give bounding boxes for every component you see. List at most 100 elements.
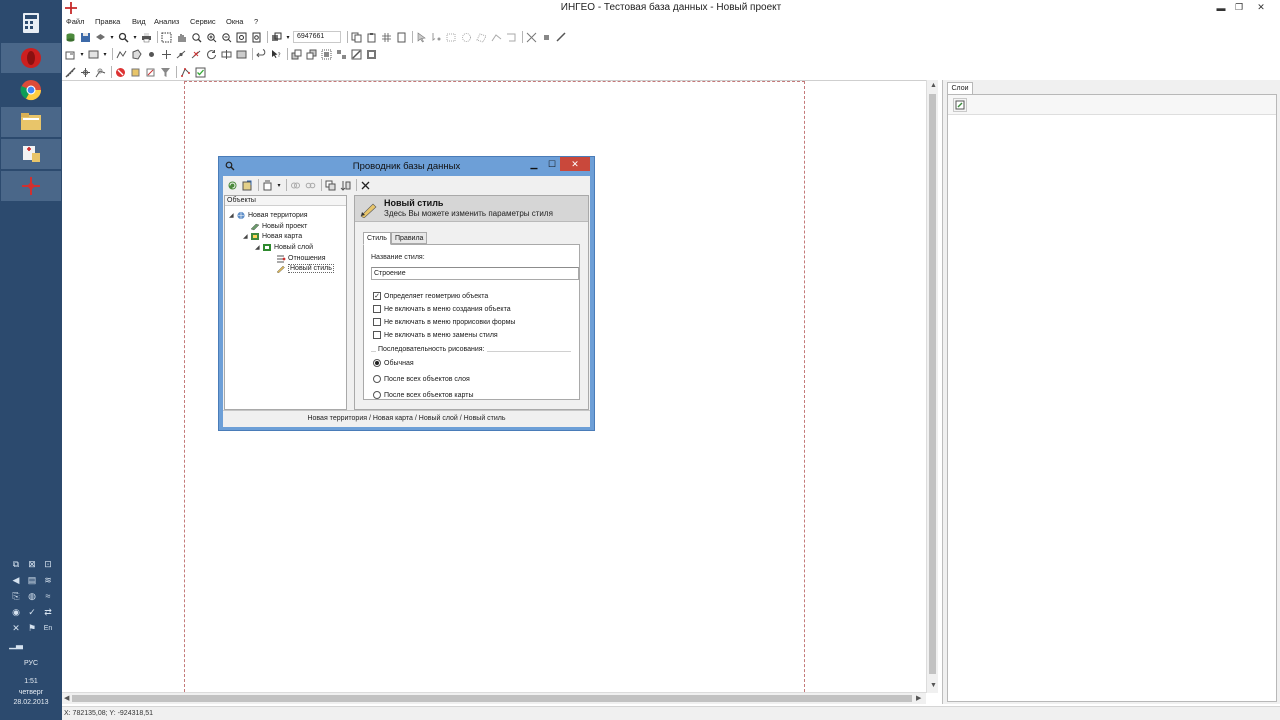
properties-button[interactable] [365, 48, 378, 61]
layer-props-button[interactable] [129, 66, 142, 79]
map-horizontal-scrollbar[interactable]: ◀ ▶ [62, 692, 926, 704]
checkbox-exclude-create-menu[interactable]: Не включать в меню создания объекта [373, 305, 511, 313]
split-button[interactable] [220, 48, 233, 61]
style-name-input[interactable]: Строение [371, 267, 579, 280]
taskbar-app-tool[interactable] [1, 139, 61, 169]
close-button[interactable]: ✕ [1252, 1, 1270, 14]
coords-button[interactable] [79, 66, 92, 79]
taskbar-app-chrome[interactable] [1, 75, 61, 105]
circle-select-tool[interactable] [460, 31, 473, 44]
dropdown-arrow-2[interactable]: ▾ [132, 31, 138, 44]
map-horizontal-scroll-thumb[interactable] [72, 695, 912, 702]
menu-view[interactable]: Вид [132, 17, 146, 26]
transform-button[interactable] [350, 48, 363, 61]
collapse-icon[interactable]: ◢ [255, 244, 262, 251]
radio-draw-after-layer[interactable]: После всех объектов слоя [373, 375, 470, 383]
dialog-title-bar[interactable]: Проводник базы данных ▁ ☐ ✕ [219, 157, 594, 175]
menu-service[interactable]: Сервис [190, 17, 216, 26]
tray-sync-icon[interactable]: ⇄ [40, 604, 56, 620]
tray-usb-icon[interactable]: ⎘ [8, 588, 24, 604]
tree-item-project[interactable]: Новый проект [243, 221, 307, 231]
snap-button[interactable] [525, 31, 538, 44]
zoom-out-tool[interactable] [220, 31, 233, 44]
tree-item-map[interactable]: ◢ Новая карта [243, 231, 302, 241]
snap-node-button[interactable] [540, 31, 553, 44]
tray-check-icon[interactable]: ✓ [24, 604, 40, 620]
stop-button[interactable] [114, 66, 127, 79]
radio-draw-after-map[interactable]: После всех объектов карты [373, 391, 474, 399]
map-vertical-scrollbar[interactable]: ▲ ▼ [926, 80, 938, 693]
snap-edge-button[interactable] [555, 31, 568, 44]
dlg-new-button[interactable] [261, 179, 274, 192]
checkbox-exclude-draw-menu[interactable]: Не включать в меню прорисовки формы [373, 318, 515, 326]
tray-network-icon[interactable]: ⧉ [8, 556, 24, 572]
copy-button[interactable] [350, 31, 363, 44]
scroll-up-icon[interactable]: ▲ [930, 82, 937, 89]
layers-button[interactable] [94, 31, 107, 44]
merge-button[interactable] [235, 48, 248, 61]
map-vertical-scroll-thumb[interactable] [929, 94, 936, 674]
dlg-refresh-button[interactable] [226, 179, 239, 192]
scale-dropdown[interactable]: ▾ [285, 31, 291, 44]
menu-help[interactable]: ? [254, 17, 258, 26]
new-object-dropdown[interactable]: ▾ [79, 48, 85, 61]
group-button[interactable] [320, 48, 333, 61]
ungroup-button[interactable] [335, 48, 348, 61]
move-node-button[interactable] [160, 48, 173, 61]
collapse-icon[interactable]: ◢ [243, 233, 250, 240]
collapse-icon[interactable]: ◢ [229, 212, 236, 219]
dropdown-arrow[interactable]: ▾ [109, 31, 115, 44]
save-button[interactable] [79, 31, 92, 44]
checkbox-defines-geometry[interactable]: ✓ Определяет геометрию объекта [373, 292, 488, 300]
filter-button[interactable] [159, 66, 172, 79]
line-select-tool[interactable] [490, 31, 503, 44]
menu-file[interactable]: Файл [66, 17, 84, 26]
send-back-button[interactable] [305, 48, 318, 61]
zoom-page-tool[interactable] [250, 31, 263, 44]
scroll-left-icon[interactable]: ◀ [64, 694, 69, 702]
measure-button[interactable] [64, 66, 77, 79]
add-node-button[interactable] [175, 48, 188, 61]
tray-disk-icon[interactable]: ▤ [24, 572, 40, 588]
style-props-button[interactable] [144, 66, 157, 79]
buffer-button[interactable] [94, 66, 107, 79]
dlg-link-button[interactable] [289, 179, 302, 192]
zoom-extent-tool[interactable] [235, 31, 248, 44]
tab-style[interactable]: Стиль [363, 232, 391, 245]
tray-app-icon[interactable]: ⊠ [24, 556, 40, 572]
rect-select-tool[interactable] [445, 31, 458, 44]
tray-volume-icon[interactable]: ◀ [8, 572, 24, 588]
dlg-open-button[interactable] [241, 179, 254, 192]
tree-item-style[interactable]: Новый стиль [269, 263, 334, 273]
taskbar-app-calculator[interactable] [1, 8, 61, 38]
pan-tool[interactable] [175, 31, 188, 44]
print-button[interactable] [140, 31, 153, 44]
tray-update-icon[interactable]: ◉ [8, 604, 24, 620]
dlg-properties-button[interactable] [324, 179, 337, 192]
objects-tree[interactable]: Объекты ◢ Новая территория Новый проект … [224, 195, 347, 410]
scroll-down-icon[interactable]: ▼ [930, 682, 937, 689]
draw-line-button[interactable] [115, 48, 128, 61]
tray-wifi-icon[interactable]: ≈ [40, 588, 56, 604]
open-db-button[interactable] [64, 31, 77, 44]
poly-select-tool[interactable] [475, 31, 488, 44]
scale-input[interactable]: 6947661 [293, 31, 341, 43]
rotate-button[interactable] [205, 48, 218, 61]
select-tool[interactable] [160, 31, 173, 44]
grid-button[interactable] [380, 31, 393, 44]
clock-time[interactable]: 1:51 [0, 677, 62, 686]
route-select-tool[interactable] [505, 31, 518, 44]
taskbar-app-ingeo[interactable] [1, 171, 61, 201]
paste-button[interactable] [365, 31, 378, 44]
scale-button[interactable] [270, 31, 283, 44]
dlg-delete-button[interactable] [359, 179, 372, 192]
object-type-dropdown[interactable]: ▾ [102, 48, 108, 61]
object-type-button[interactable] [87, 48, 100, 61]
tray-bars-icon[interactable]: ▁▃ [8, 636, 24, 652]
draw-polygon-button[interactable] [130, 48, 143, 61]
dlg-sort-button[interactable] [339, 179, 352, 192]
menu-analysis[interactable]: Анализ [154, 17, 179, 26]
check-button[interactable] [194, 66, 207, 79]
tray-antivirus-icon[interactable]: ✕ [8, 620, 24, 636]
dlg-unlink-button[interactable] [304, 179, 317, 192]
